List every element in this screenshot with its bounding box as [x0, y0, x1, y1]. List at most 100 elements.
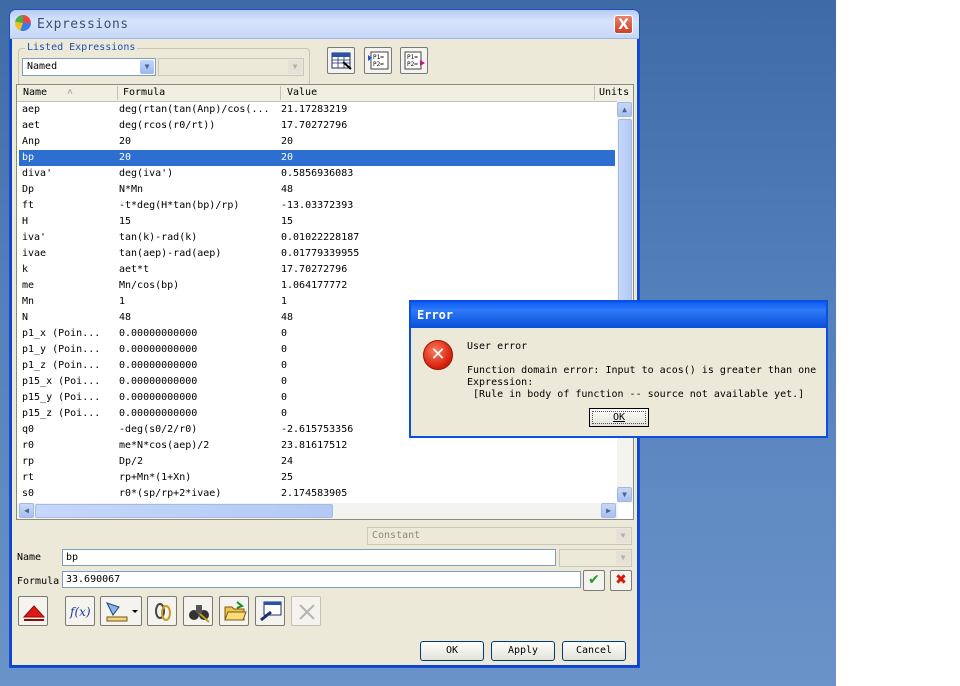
svg-text:P1=: P1=	[373, 54, 384, 61]
cell-formula: 0.00000000000	[119, 360, 198, 371]
cell-value: 0	[281, 408, 288, 419]
cell-formula: aet*t	[119, 264, 150, 275]
column-header-units[interactable]: Units	[599, 87, 629, 98]
reference-button[interactable]	[147, 596, 177, 626]
reject-formula-button[interactable]: ✖	[610, 570, 632, 591]
accept-formula-button[interactable]: ✔	[583, 570, 605, 591]
table-row[interactable]: k aet*t 17.70272796	[19, 262, 615, 278]
cell-formula: 20	[119, 136, 132, 147]
error-ok-button[interactable]: OK	[589, 408, 649, 427]
cell-name: me	[22, 280, 35, 291]
cell-name: H	[22, 216, 29, 227]
cell-formula: 15	[119, 216, 132, 227]
table-row[interactable]: s0 r0*(sp/rp+2*ivae) 2.174583905	[19, 486, 615, 502]
cell-value: 0.01022228187	[281, 232, 360, 243]
open-folder-icon	[224, 601, 247, 621]
error-dialog-title[interactable]: Error	[411, 302, 826, 328]
cell-value: 15	[281, 216, 294, 227]
function-button[interactable]: f(x)	[65, 596, 95, 626]
listed-filter-select[interactable]: Named ▼	[22, 58, 156, 76]
table-row[interactable]: ivae tan(aep)-rad(aep) 0.01779339955	[19, 246, 615, 262]
table-row[interactable]: diva' deg(iva') 0.5856936083	[19, 166, 615, 182]
column-header-name[interactable]: Name	[23, 87, 47, 98]
column-header-formula[interactable]: Formula	[123, 87, 165, 98]
cell-formula: Dp/2	[119, 456, 144, 467]
cell-formula: tan(aep)-rad(aep)	[119, 248, 222, 259]
cell-value: 20	[281, 136, 294, 147]
table-row[interactable]: ft -t*deg(H*tan(bp)/rp) -13.03372393	[19, 198, 615, 214]
cell-value: 1	[281, 296, 288, 307]
cell-value: 0.5856936083	[281, 168, 354, 179]
svg-text:f(x): f(x)	[69, 605, 91, 619]
cell-value: -2.615753356	[281, 424, 354, 435]
error-icon: ✕	[423, 340, 453, 370]
table-row[interactable]: Dp N*Mn 48	[19, 182, 615, 198]
collapse-button[interactable]	[18, 596, 48, 626]
cell-name: s0	[22, 488, 35, 499]
cell-value: -13.03372393	[281, 200, 354, 211]
svg-text:P1=: P1=	[407, 54, 418, 61]
table-row[interactable]: H 15 15	[19, 214, 615, 230]
measure-button[interactable]	[100, 596, 142, 626]
chevron-down-icon: ▼	[616, 529, 630, 543]
cell-value: 0	[281, 376, 288, 387]
cell-formula: 0.00000000000	[119, 408, 198, 419]
cell-name: aet	[22, 120, 41, 131]
red-x-icon: ✖	[615, 572, 627, 588]
scroll-left-button[interactable]: ◀	[19, 503, 34, 518]
cell-formula: tan(k)-rad(k)	[119, 232, 198, 243]
cell-value: 0	[281, 360, 288, 371]
scroll-down-button[interactable]: ▼	[617, 487, 632, 502]
delete-button	[291, 596, 321, 626]
title-bar[interactable]: Expressions X	[10, 10, 639, 39]
table-row[interactable]: rt rp+Mn*(1+Xn) 25	[19, 470, 615, 486]
cell-formula: me*N*cos(aep)/2	[119, 440, 210, 451]
error-dialog: Error ✕ User error Function domain error…	[409, 300, 828, 438]
close-button[interactable]: X	[614, 15, 633, 34]
cell-formula: 48	[119, 312, 132, 323]
table-row[interactable]: r0 me*N*cos(aep)/2 23.81617512	[19, 438, 615, 454]
name-input[interactable]: bp	[62, 549, 556, 566]
list-all-params-button[interactable]: P1= P2=	[364, 47, 392, 74]
error-line-4: [Rule in body of function -- source not …	[467, 389, 805, 400]
cancel-button[interactable]: Cancel	[562, 641, 626, 661]
scroll-right-button[interactable]: ▶	[601, 503, 616, 518]
table-row[interactable]: aet deg(rcos(r0/rt)) 17.70272796	[19, 118, 615, 134]
parameter-arrow-icon: P1= P2=	[404, 51, 425, 70]
cell-name: ft	[22, 200, 35, 211]
checkmark-icon: ✔	[588, 572, 600, 588]
chevron-down-icon[interactable]: ▼	[140, 60, 154, 74]
cell-value: 1.064177772	[281, 280, 348, 291]
horizontal-scrollbar[interactable]: ◀ ▶	[17, 503, 618, 519]
table-row[interactable]: aep deg(rtan(tan(Anp)/cos(... 21.17283219	[19, 102, 615, 118]
horizontal-scroll-thumb[interactable]	[35, 504, 333, 518]
table-row[interactable]: iva' tan(k)-rad(k) 0.01022228187	[19, 230, 615, 246]
cell-value: 23.81617512	[281, 440, 348, 451]
table-row[interactable]: Anp 20 20	[19, 134, 615, 150]
spreadsheet-icon	[331, 52, 352, 70]
app-icon	[15, 15, 31, 31]
cell-name: bp	[22, 152, 35, 163]
table-row[interactable]: bp 20 20	[19, 150, 615, 166]
find-button[interactable]	[183, 596, 213, 626]
table-row[interactable]: rp Dp/2 24	[19, 454, 615, 470]
listed-filter2-select: ▼	[158, 58, 304, 76]
cell-name: rp	[22, 456, 35, 467]
open-file-button[interactable]	[219, 596, 249, 626]
table-row[interactable]: me Mn/cos(bp) 1.064177772	[19, 278, 615, 294]
cell-formula: 1	[119, 296, 126, 307]
formula-label: Formula	[17, 576, 60, 587]
cell-name: p15_y (Poi...	[22, 392, 101, 403]
units-select: ▼	[559, 549, 632, 567]
spreadsheet-button[interactable]	[327, 47, 355, 74]
list-params-button[interactable]: P1= P2=	[400, 47, 428, 74]
ok-button[interactable]: OK	[420, 641, 484, 661]
cell-value: 17.70272796	[281, 264, 348, 275]
column-header-value[interactable]: Value	[287, 87, 317, 98]
scroll-up-button[interactable]: ▲	[617, 102, 632, 117]
formula-input[interactable]: 33.690067	[62, 571, 581, 588]
apply-button[interactable]: Apply	[491, 641, 555, 661]
expression-type-value: Constant	[372, 530, 421, 541]
cell-formula: -deg(s0/2/r0)	[119, 424, 198, 435]
export-button[interactable]	[255, 596, 285, 626]
